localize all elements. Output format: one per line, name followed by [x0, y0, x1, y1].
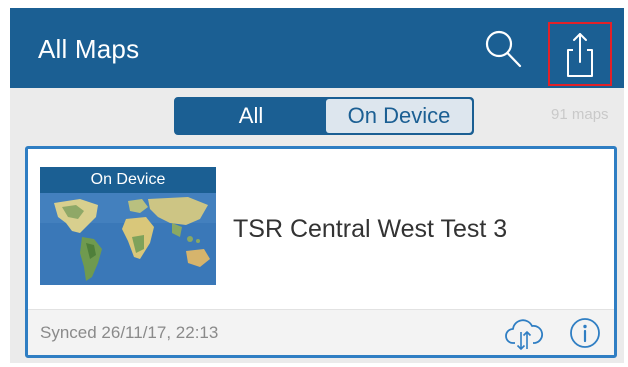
- filter-option-on-device[interactable]: On Device: [326, 99, 472, 133]
- map-count: 91 maps: [551, 106, 609, 123]
- info-icon[interactable]: [569, 317, 601, 349]
- map-name: TSR Central West Test 3: [233, 215, 508, 243]
- map-thumbnail: On Device: [40, 167, 216, 285]
- map-card[interactable]: On Device TSR Central West Test 3 Synced…: [25, 146, 617, 358]
- world-map-image: [40, 193, 216, 285]
- app-window: All Maps All On Device 91 maps On Device: [10, 8, 624, 363]
- filter-option-all[interactable]: All: [176, 99, 326, 133]
- filter-segmented-control: All On Device: [174, 97, 474, 135]
- search-icon[interactable]: [480, 26, 526, 72]
- cloud-sync-icon[interactable]: [504, 315, 544, 353]
- on-device-badge: On Device: [40, 167, 216, 193]
- page-title: All Maps: [38, 34, 140, 64]
- sync-status: Synced 26/11/17, 22:13: [40, 323, 219, 342]
- navigation-bar: All Maps: [10, 8, 624, 88]
- share-icon: [567, 33, 593, 77]
- share-button[interactable]: [548, 22, 612, 86]
- map-card-footer: Synced 26/11/17, 22:13: [28, 309, 614, 355]
